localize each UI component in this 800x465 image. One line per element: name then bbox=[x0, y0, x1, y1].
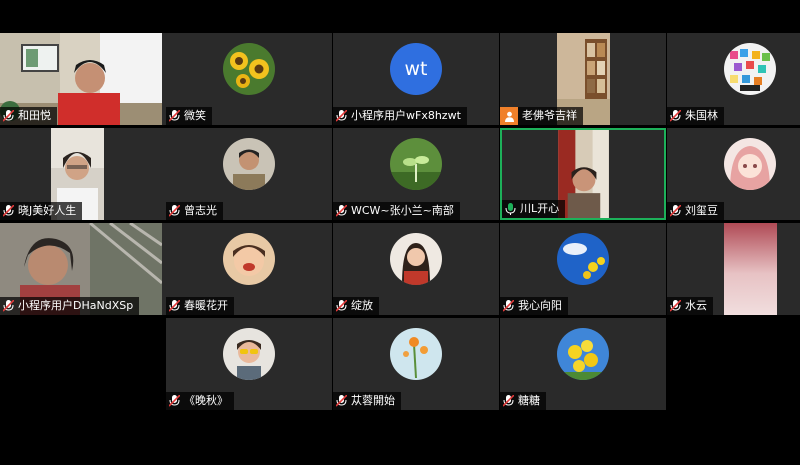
participant-name: 川L开心 bbox=[520, 202, 560, 215]
participant-tile-video[interactable]: 晓J美好人生 bbox=[0, 128, 166, 220]
child-avatar bbox=[223, 233, 275, 285]
participant-name: 老佛爷吉祥 bbox=[522, 109, 577, 122]
mic-muted-icon bbox=[503, 300, 514, 312]
participant-name: 《晚秋》 bbox=[184, 394, 228, 407]
participant-label: 《晚秋》 bbox=[166, 392, 234, 410]
woman-avatar bbox=[390, 233, 442, 285]
participant-tile-avatar[interactable]: 我心向阳 bbox=[500, 223, 666, 315]
mic-muted-icon bbox=[3, 110, 14, 122]
mic-muted-icon bbox=[336, 395, 347, 407]
participant-tile-avatar[interactable]: 刘玺豆 bbox=[667, 128, 800, 220]
participant-name: 和田悦 bbox=[18, 109, 51, 122]
participant-tile-video[interactable]: 和田悦 bbox=[0, 33, 166, 125]
sunflower-avatar bbox=[223, 43, 275, 95]
participant-tile-avatar[interactable]: 绽放 bbox=[333, 223, 499, 315]
pixel-art-avatar bbox=[724, 43, 776, 95]
mic-muted-icon bbox=[169, 110, 180, 122]
mic-muted-icon bbox=[336, 300, 347, 312]
orange-flowers-avatar bbox=[390, 328, 442, 380]
participant-label: 和田悦 bbox=[0, 107, 57, 125]
participant-name: 小程序用户wFx8hzwt bbox=[351, 109, 461, 122]
participant-name: 刘玺豆 bbox=[685, 204, 718, 217]
participant-name: 小程序用户DHaNdXSp bbox=[18, 299, 134, 312]
participant-label: 老佛爷吉祥 bbox=[500, 107, 583, 125]
participant-tile-avatar[interactable]: 《晚秋》 bbox=[166, 318, 332, 410]
participant-label: 小程序用户wFx8hzwt bbox=[333, 107, 467, 125]
mic-muted-icon bbox=[3, 300, 14, 312]
participant-label: 小程序用户DHaNdXSp bbox=[0, 297, 140, 315]
participant-name: 糖糖 bbox=[518, 394, 540, 407]
participant-tile-video[interactable]: 水云 bbox=[667, 223, 800, 315]
mic-muted-icon bbox=[3, 205, 14, 217]
participant-label: 川L开心 bbox=[502, 200, 566, 218]
participant-label: 微笑 bbox=[166, 107, 212, 125]
sprout-avatar bbox=[390, 138, 442, 190]
participant-label: 晓J美好人生 bbox=[0, 202, 83, 220]
participant-name: 晓J美好人生 bbox=[18, 204, 77, 217]
participant-video bbox=[724, 223, 777, 315]
participant-label: 糖糖 bbox=[500, 392, 546, 410]
video-grid: 和田悦 微笑 wt 小程序用户wFx8hzwt 老佛爷吉祥 朱国林 晓J美好人生… bbox=[0, 33, 800, 413]
participant-tile-avatar[interactable]: 朱国林 bbox=[667, 33, 800, 125]
participant-tile-initials[interactable]: wt 小程序用户wFx8hzwt bbox=[333, 33, 499, 125]
participant-name: 朱国林 bbox=[685, 109, 718, 122]
participant-label: 曾志光 bbox=[166, 202, 223, 220]
participant-tile-avatar[interactable]: 苁蓉開始 bbox=[333, 318, 499, 410]
mic-muted-icon bbox=[169, 395, 180, 407]
participant-name: 春暖花开 bbox=[184, 299, 228, 312]
mic-muted-icon bbox=[670, 300, 681, 312]
participant-tile-video[interactable]: 老佛爷吉祥 bbox=[500, 33, 666, 125]
participant-label: WCW~张小兰~南部 bbox=[333, 202, 460, 220]
participant-label: 刘玺豆 bbox=[667, 202, 724, 220]
participant-label: 我心向阳 bbox=[500, 297, 568, 315]
participant-name: 微笑 bbox=[184, 109, 206, 122]
participant-tile-active-speaker[interactable]: 川L开心 bbox=[500, 128, 666, 220]
participant-name: 苁蓉開始 bbox=[351, 394, 395, 407]
mic-muted-icon bbox=[169, 205, 180, 217]
mic-muted-icon bbox=[336, 110, 347, 122]
participant-label: 绽放 bbox=[333, 297, 379, 315]
mic-muted-icon bbox=[670, 110, 681, 122]
participant-label: 春暖花开 bbox=[166, 297, 234, 315]
woman-sunglasses-avatar bbox=[223, 328, 275, 380]
participant-name: 绽放 bbox=[351, 299, 373, 312]
mic-muted-icon bbox=[670, 205, 681, 217]
participant-name: 曾志光 bbox=[184, 204, 217, 217]
participant-tile-video[interactable]: 小程序用户DHaNdXSp bbox=[0, 223, 166, 315]
blue-sky-flowers-avatar bbox=[557, 233, 609, 285]
portrait-avatar bbox=[223, 138, 275, 190]
participant-label: 朱国林 bbox=[667, 107, 724, 125]
participant-name: WCW~张小兰~南部 bbox=[351, 204, 454, 217]
participant-name: 我心向阳 bbox=[518, 299, 562, 312]
participant-tile-avatar[interactable]: 曾志光 bbox=[166, 128, 332, 220]
initials-avatar: wt bbox=[390, 43, 442, 95]
anime-girl-avatar bbox=[724, 138, 776, 190]
participant-tile-avatar[interactable]: 春暖花开 bbox=[166, 223, 332, 315]
person-icon bbox=[500, 107, 518, 125]
participant-tile-avatar[interactable]: 微笑 bbox=[166, 33, 332, 125]
mic-muted-icon bbox=[336, 205, 347, 217]
participant-label: 水云 bbox=[667, 297, 713, 315]
participant-label: 苁蓉開始 bbox=[333, 392, 401, 410]
mic-active-icon bbox=[505, 203, 516, 215]
mic-muted-icon bbox=[503, 395, 514, 407]
mic-muted-icon bbox=[169, 300, 180, 312]
participant-tile-avatar[interactable]: 糖糖 bbox=[500, 318, 666, 410]
participant-name: 水云 bbox=[685, 299, 707, 312]
participant-tile-avatar[interactable]: WCW~张小兰~南部 bbox=[333, 128, 499, 220]
yellow-flowers-avatar bbox=[557, 328, 609, 380]
